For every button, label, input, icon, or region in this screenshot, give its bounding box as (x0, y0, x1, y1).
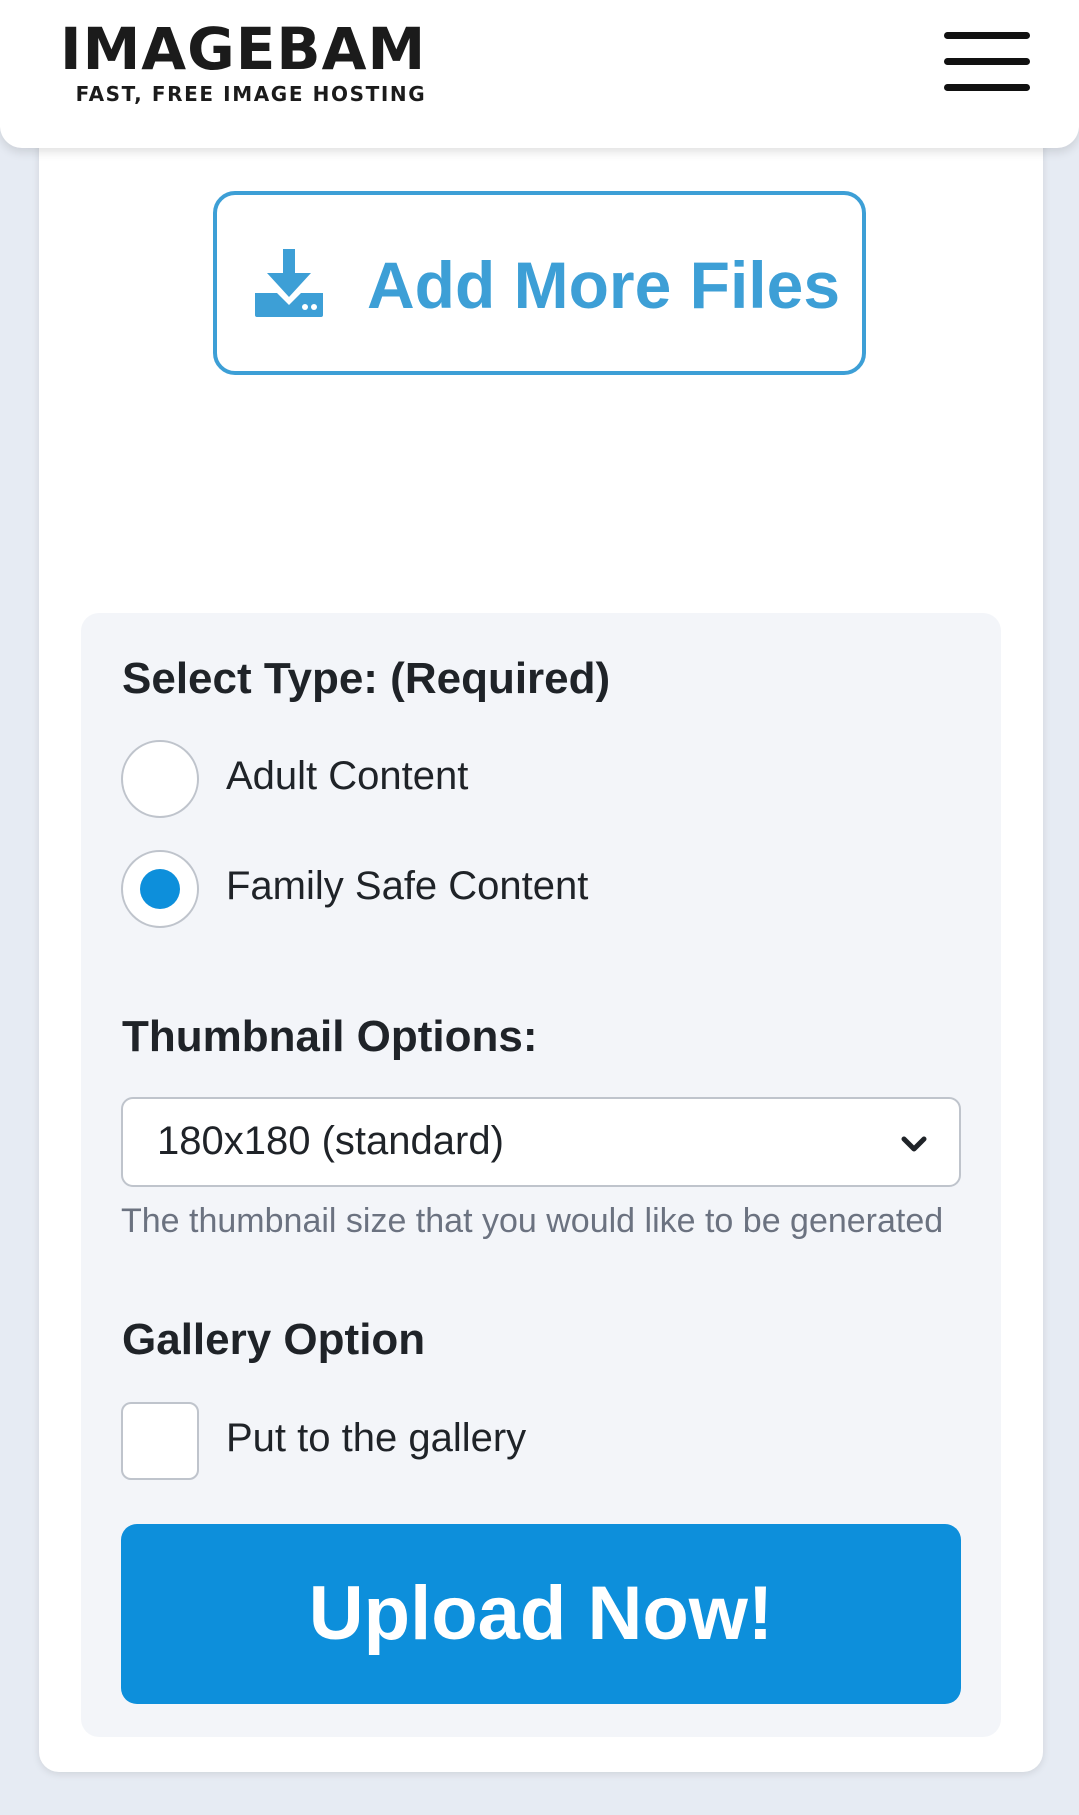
gallery-checkbox-label: Put to the gallery (226, 1416, 527, 1460)
radio-label: Adult Content (226, 754, 469, 798)
radio-button[interactable] (121, 740, 199, 818)
menu-bar (944, 58, 1030, 65)
site-logo[interactable]: IMAGEBAM FAST, FREE IMAGE HOSTING (60, 15, 427, 106)
chevron-down-icon (901, 1136, 927, 1152)
add-more-files-label: Add More Files (367, 248, 841, 322)
logo-title: IMAGEBAM (60, 15, 427, 83)
thumbnail-size-select[interactable]: 180x180 (standard) (121, 1097, 961, 1187)
logo-tagline: FAST, FREE IMAGE HOSTING (75, 82, 427, 106)
select-type-title: Select Type: (Required) (122, 654, 611, 703)
gallery-option-title: Gallery Option (122, 1315, 426, 1364)
radio-button-selected[interactable] (121, 850, 199, 928)
site-header: IMAGEBAM FAST, FREE IMAGE HOSTING (0, 0, 1079, 148)
radio-label: Family Safe Content (226, 864, 589, 908)
thumbnail-help-text: The thumbnail size that you would like t… (121, 1202, 944, 1240)
upload-now-button[interactable]: Upload Now! (121, 1524, 961, 1704)
add-more-files-button[interactable]: Add More Files (213, 191, 866, 375)
thumbnail-size-value: 180x180 (standard) (157, 1119, 504, 1163)
gallery-checkbox[interactable] (121, 1402, 199, 1480)
menu-bar (944, 32, 1030, 39)
download-icon (255, 249, 323, 317)
hamburger-menu-icon[interactable] (944, 28, 1030, 98)
menu-bar (944, 84, 1030, 91)
thumbnail-options-title: Thumbnail Options: (122, 1012, 538, 1061)
